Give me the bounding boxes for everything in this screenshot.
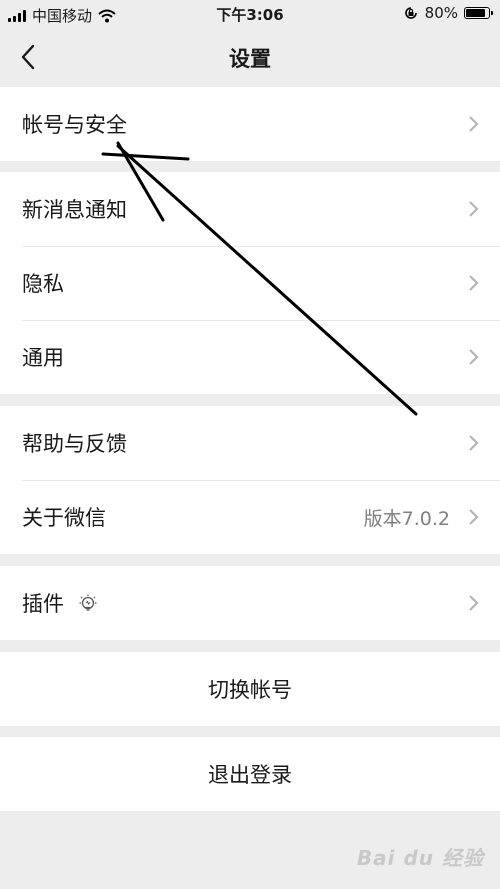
battery-percent: 80% bbox=[424, 4, 458, 22]
chevron-right-icon bbox=[469, 116, 479, 132]
group-logout: 退出登录 bbox=[0, 737, 500, 811]
status-bar: 中国移动 下午3:06 80% bbox=[0, 0, 500, 28]
chevron-right-icon bbox=[469, 349, 479, 365]
logout-label: 退出登录 bbox=[208, 763, 292, 787]
general-label: 通用 bbox=[22, 346, 64, 370]
plugins-label: 插件 bbox=[22, 592, 64, 616]
about-label: 关于微信 bbox=[22, 506, 106, 530]
version-value: 版本7.0.2 bbox=[363, 507, 450, 530]
group-plugins: 插件 bbox=[0, 566, 500, 640]
watermark-logo: Bai du 经验 bbox=[356, 846, 484, 870]
orientation-lock-icon bbox=[404, 7, 417, 19]
account-security-label: 帐号与安全 bbox=[22, 113, 127, 137]
privacy-item[interactable]: 隐私 bbox=[0, 246, 500, 320]
chevron-right-icon bbox=[469, 275, 479, 291]
battery-icon bbox=[464, 7, 493, 19]
group-switch-account: 切换帐号 bbox=[0, 652, 500, 726]
page-title: 设置 bbox=[229, 47, 271, 71]
privacy-label: 隐私 bbox=[22, 272, 64, 296]
nav-bar: 设置 bbox=[0, 28, 500, 86]
lightbulb-icon bbox=[79, 594, 97, 611]
notifications-item[interactable]: 新消息通知 bbox=[0, 172, 500, 246]
chevron-right-icon bbox=[469, 435, 479, 451]
switch-account-label: 切换帐号 bbox=[208, 678, 292, 702]
help-feedback-label: 帮助与反馈 bbox=[22, 432, 127, 456]
chevron-right-icon bbox=[469, 201, 479, 217]
switch-account-button[interactable]: 切换帐号 bbox=[0, 652, 500, 726]
group-general: 新消息通知 隐私 通用 bbox=[0, 172, 500, 394]
plugins-item[interactable]: 插件 bbox=[0, 566, 500, 640]
chevron-right-icon bbox=[469, 509, 479, 525]
group-account: 帐号与安全 bbox=[0, 87, 500, 161]
logout-button[interactable]: 退出登录 bbox=[0, 737, 500, 811]
chevron-right-icon bbox=[469, 595, 479, 611]
group-help: 帮助与反馈 关于微信 版本7.0.2 bbox=[0, 406, 500, 554]
notifications-label: 新消息通知 bbox=[22, 198, 127, 222]
about-item[interactable]: 关于微信 版本7.0.2 bbox=[0, 480, 500, 554]
status-right: 80% bbox=[403, 4, 493, 22]
help-feedback-item[interactable]: 帮助与反馈 bbox=[0, 406, 500, 480]
account-security-item[interactable]: 帐号与安全 bbox=[0, 87, 500, 161]
general-item[interactable]: 通用 bbox=[0, 320, 500, 394]
